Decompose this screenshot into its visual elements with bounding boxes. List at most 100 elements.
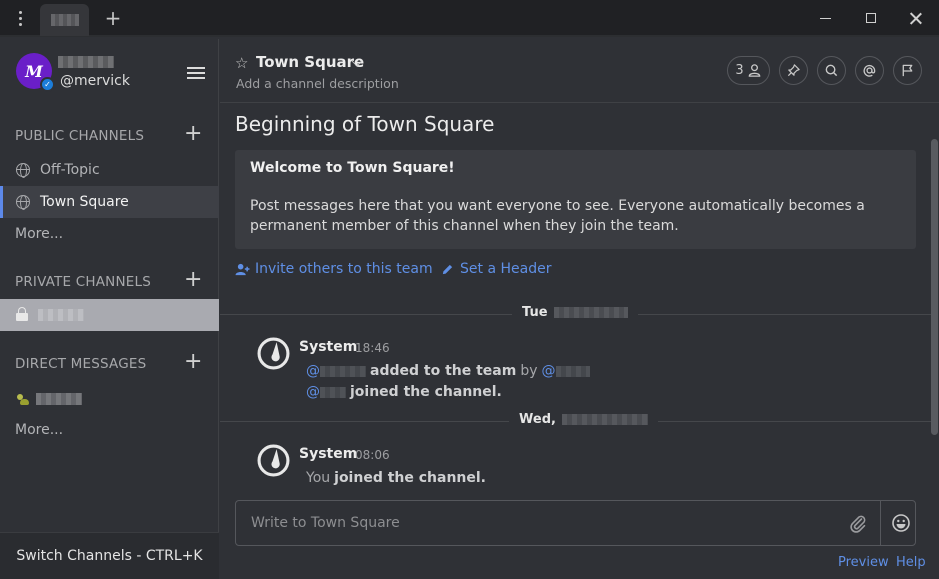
mention-prefix: @ — [541, 363, 556, 379]
search-icon — [825, 64, 838, 77]
user-mention[interactable]: @ — [542, 363, 590, 379]
invite-others-link[interactable]: Invite others to this team — [235, 261, 433, 277]
sidebar-item-off-topic[interactable]: Off-Topic — [0, 154, 219, 186]
at-icon — [863, 64, 876, 77]
maximize-button[interactable] — [848, 0, 894, 36]
post-action-text: joined the channel. — [350, 384, 502, 400]
maximize-icon — [866, 13, 876, 23]
public-more-link[interactable]: More... — [15, 226, 63, 242]
channel-name-redacted — [38, 309, 84, 321]
post-time[interactable]: 08:06 — [355, 448, 390, 462]
user-mention[interactable]: @ — [306, 384, 346, 400]
add-user-icon — [235, 263, 250, 275]
minimize-icon — [819, 17, 831, 19]
help-link[interactable]: Help — [896, 555, 926, 570]
mattermost-logo-icon — [257, 337, 290, 370]
mention-redacted — [555, 365, 590, 377]
mentions-button[interactable] — [855, 56, 884, 85]
display-name-redacted — [58, 56, 114, 68]
mattermost-logo-icon — [257, 444, 290, 477]
dm-name-redacted — [36, 393, 82, 405]
close-button[interactable] — [893, 0, 939, 36]
add-private-channel-button[interactable]: + — [184, 269, 202, 291]
post-action-text: added to the team — [370, 363, 517, 379]
direct-messages-title: DIRECT MESSAGES — [15, 356, 147, 372]
welcome-title: Welcome to Town Square! — [250, 160, 455, 176]
post-message: You joined the channel. — [306, 470, 486, 486]
mention-redacted — [320, 386, 346, 398]
sidebar-item-label: Town Square — [40, 194, 129, 210]
date-redacted — [561, 414, 648, 425]
preview-link[interactable]: Preview — [838, 555, 889, 570]
sidebar-item-direct-message[interactable] — [0, 383, 219, 415]
verified-badge-icon: ✓ — [40, 77, 55, 92]
invite-label: Invite others to this team — [255, 261, 433, 277]
sidebar-item-town-square[interactable]: Town Square — [0, 186, 219, 218]
pinned-button[interactable] — [779, 56, 808, 85]
private-channels-title: PRIVATE CHANNELS — [15, 274, 151, 290]
post-by-text: by — [520, 363, 538, 379]
globe-icon — [16, 163, 30, 178]
search-button[interactable] — [817, 56, 846, 85]
pencil-icon — [442, 264, 453, 274]
dm-more-link[interactable]: More... — [15, 422, 63, 438]
sidebar-header: M ✓ @mervick — [0, 39, 218, 105]
public-channels-title: PUBLIC CHANNELS — [15, 128, 145, 144]
username: @mervick — [60, 73, 130, 89]
message-list[interactable]: Beginning of Town Square Welcome to Town… — [220, 104, 939, 497]
welcome-box: Welcome to Town Square! Post messages he… — [235, 150, 916, 249]
date-separator-label: Tue — [522, 305, 548, 320]
add-direct-message-button[interactable]: + — [184, 351, 202, 373]
flagged-button[interactable] — [893, 56, 922, 85]
user-status-icon — [16, 392, 30, 406]
set-header-link[interactable]: Set a Header — [440, 261, 551, 277]
members-button[interactable]: 3 — [727, 56, 770, 85]
pin-icon — [787, 64, 800, 77]
post-message: @ added to the team by @ — [306, 363, 590, 379]
channel-header: ☆ Town Square Add a channel description … — [220, 39, 939, 103]
browser-tab[interactable] — [40, 4, 89, 36]
post-you-text: You — [306, 470, 331, 486]
date-redacted — [553, 307, 628, 318]
welcome-text: Post messages here that you want everyon… — [250, 198, 865, 234]
star-icon[interactable]: ☆ — [235, 54, 248, 72]
post-message: @ joined the channel. — [306, 384, 502, 400]
add-public-channel-button[interactable]: + — [184, 123, 202, 145]
hamburger-icon[interactable] — [187, 67, 205, 79]
mention-prefix: @ — [306, 384, 320, 400]
main-panel: ☆ Town Square Add a channel description … — [220, 39, 939, 579]
lock-icon — [16, 307, 28, 323]
globe-icon — [16, 195, 30, 210]
switch-channels-button[interactable]: Switch Channels - CTRL+K — [0, 532, 219, 579]
member-count: 3 — [735, 63, 744, 78]
close-icon — [910, 12, 922, 24]
post-author[interactable]: System — [299, 339, 357, 355]
message-input[interactable] — [237, 502, 837, 544]
tab-title-redacted — [50, 14, 79, 26]
user-mention[interactable]: @ — [306, 363, 366, 379]
set-header-label: Set a Header — [460, 261, 552, 277]
date-separator: Tue — [512, 305, 638, 320]
emoji-icon[interactable] — [891, 513, 911, 533]
date-separator-label: Wed, — [519, 412, 556, 427]
title-bar: + — [0, 0, 939, 37]
mention-redacted — [320, 365, 366, 377]
sidebar-item-private-channel[interactable] — [0, 299, 219, 331]
new-tab-button[interactable]: + — [102, 6, 124, 30]
mention-prefix: @ — [306, 363, 320, 379]
scrollbar[interactable] — [931, 139, 938, 435]
minimize-button[interactable] — [802, 0, 848, 36]
post-author[interactable]: System — [299, 446, 357, 462]
sidebar-item-label: Off-Topic — [40, 162, 100, 178]
sidebar: M ✓ @mervick PUBLIC CHANNELS + Off-Topic… — [0, 39, 219, 579]
post-time[interactable]: 18:46 — [355, 341, 390, 355]
flag-icon — [902, 64, 913, 77]
post-action-text: joined the channel. — [334, 470, 487, 486]
attachment-icon[interactable] — [848, 513, 868, 533]
members-icon — [748, 64, 760, 77]
date-separator: Wed, — [509, 412, 658, 427]
channel-description-link[interactable]: Add a channel description — [236, 76, 399, 91]
composer-divider — [880, 501, 881, 545]
channel-title[interactable]: Town Square — [256, 53, 364, 71]
menu-dots-icon[interactable] — [8, 6, 32, 30]
